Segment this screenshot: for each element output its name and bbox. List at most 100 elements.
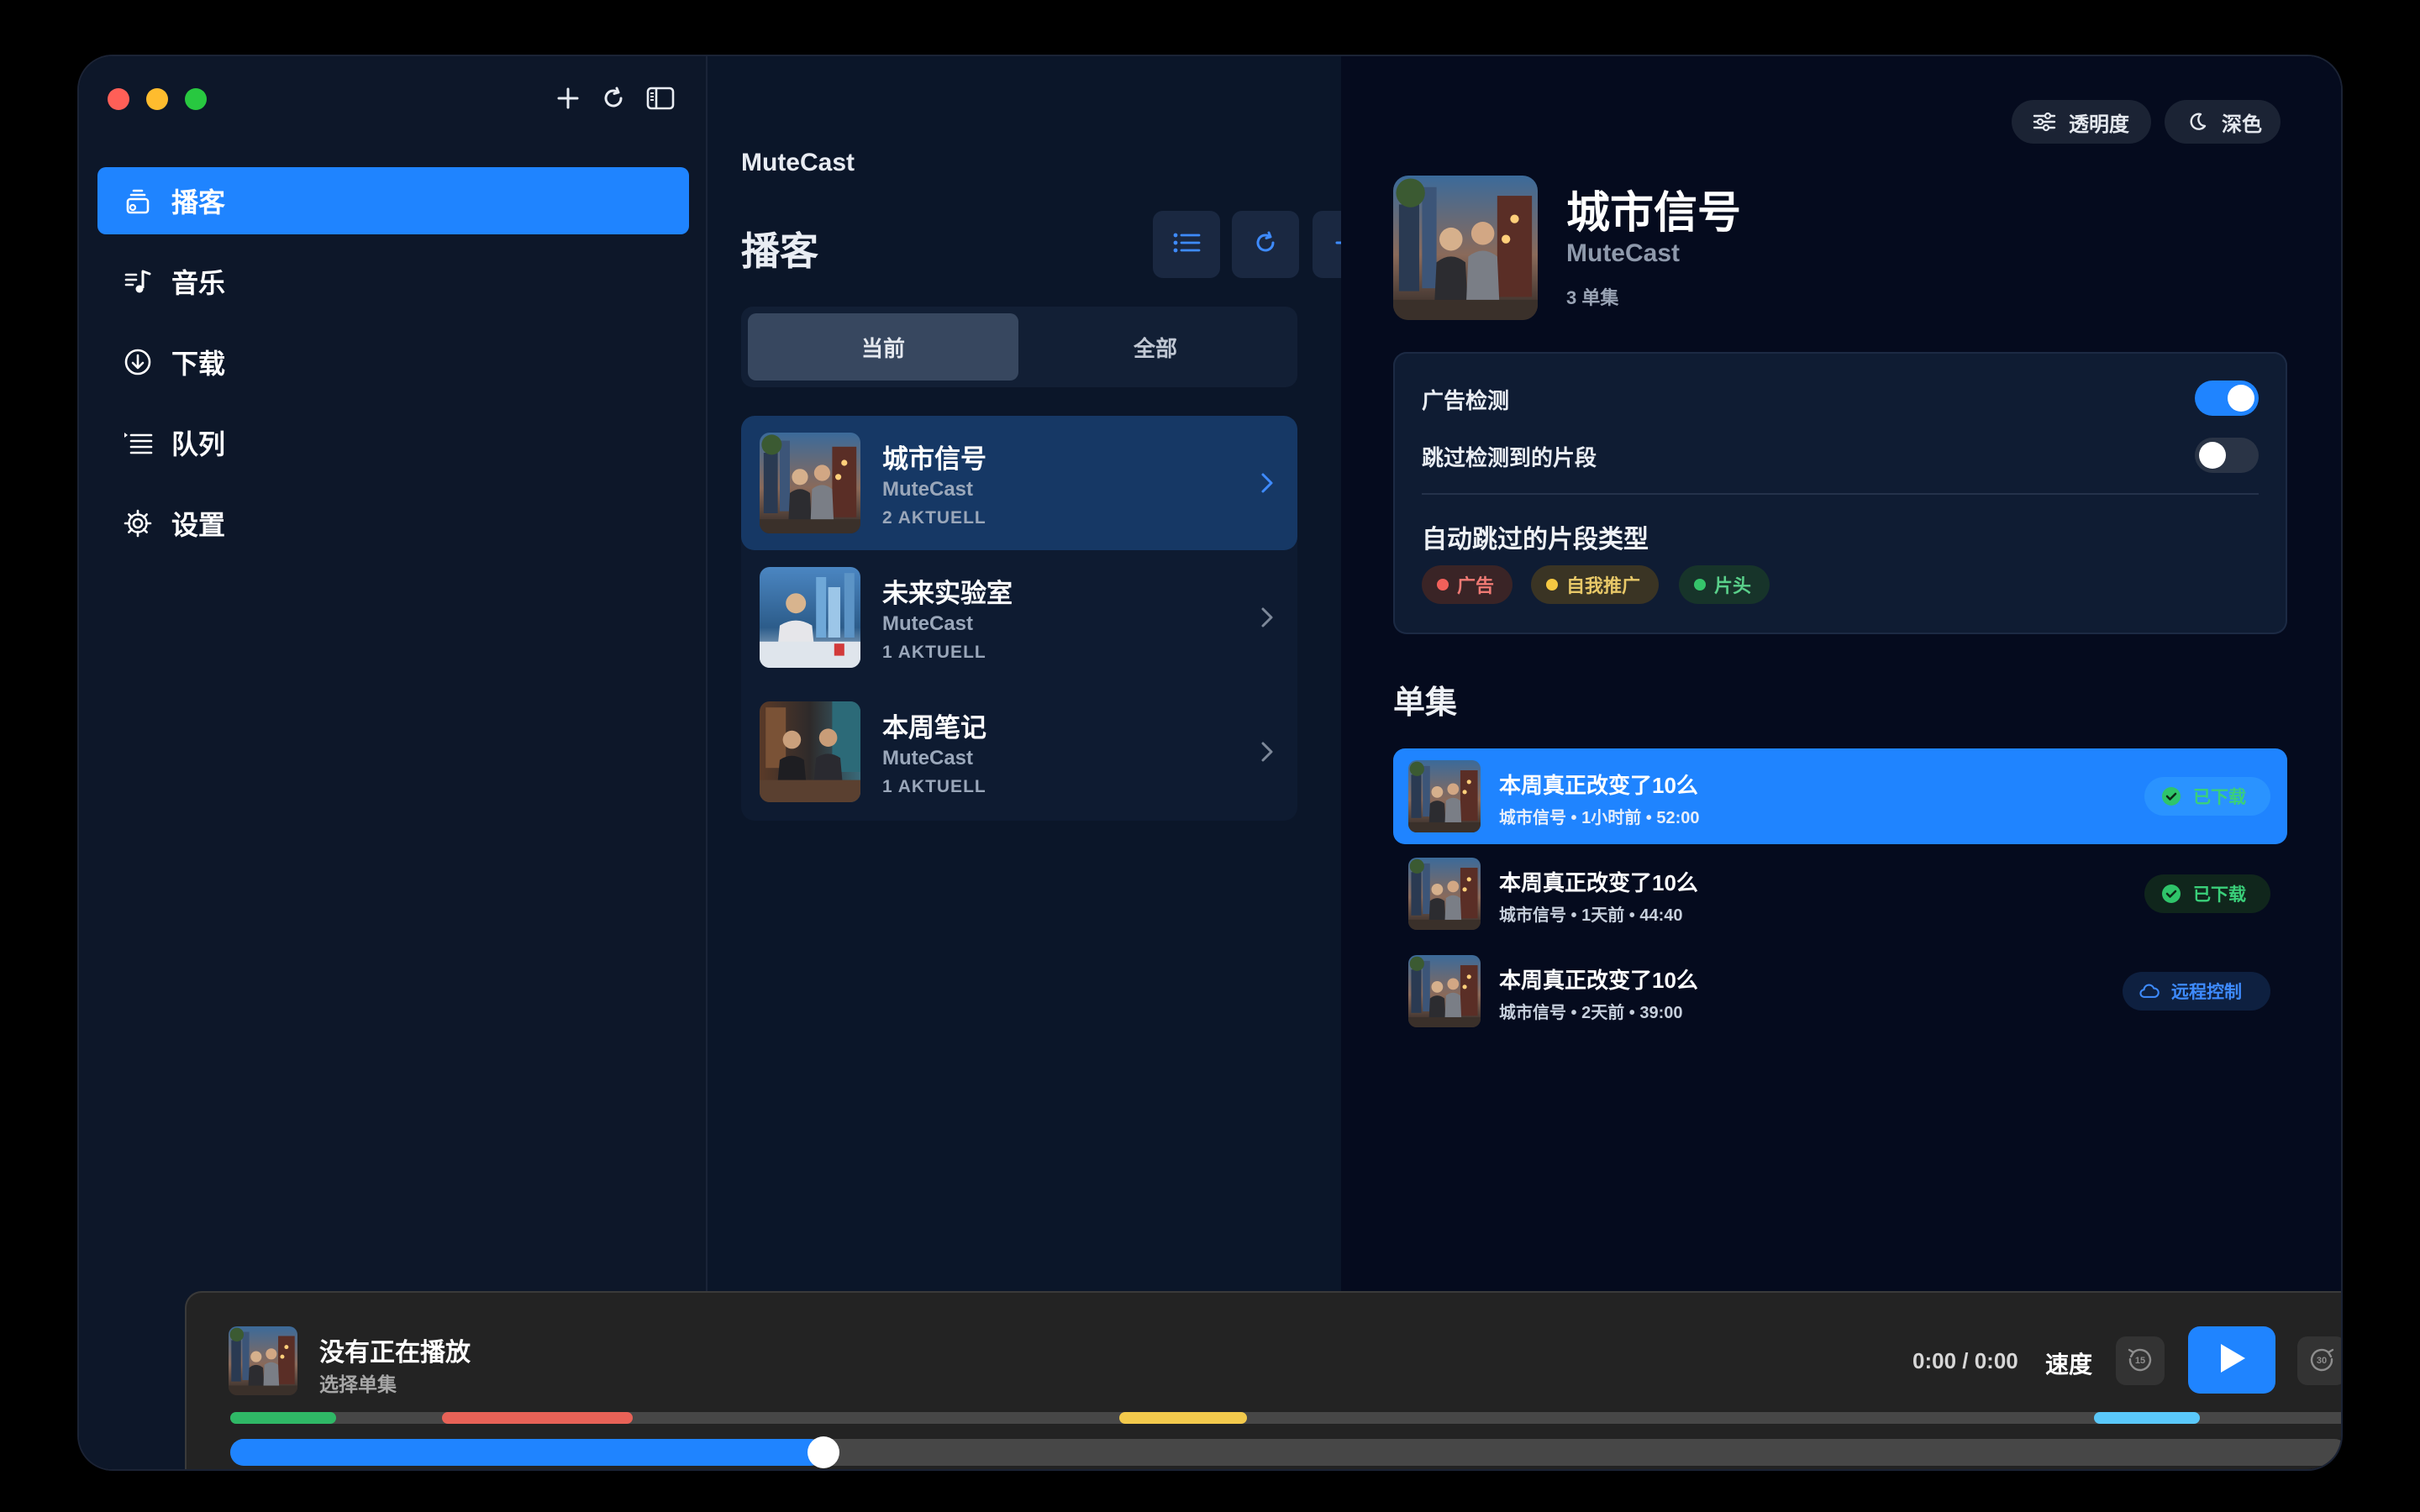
- ad-detection-label: 广告检测: [1422, 388, 1510, 413]
- ad-detection-toggle[interactable]: [2195, 381, 2259, 416]
- sidebar-item-music[interactable]: 音乐: [97, 248, 689, 315]
- segment-current[interactable]: 当前: [748, 313, 1018, 381]
- minimize-window-button[interactable]: [146, 88, 168, 110]
- chevron-right-icon: [1255, 737, 1279, 767]
- play-button[interactable]: [2188, 1326, 2275, 1394]
- podcast-artwork: [760, 567, 860, 668]
- podcast-title: 未来实验室: [882, 579, 1013, 608]
- podcast-count: 2 AKTUELL: [882, 508, 986, 528]
- episode-artwork: [1408, 760, 1481, 832]
- sidebar-item-label: 设置: [171, 510, 226, 540]
- download-circle-icon: [119, 344, 156, 381]
- svg-text:30: 30: [2317, 1356, 2327, 1366]
- theme-label: 深色: [2222, 113, 2262, 136]
- show-author: MuteCast: [1566, 239, 1681, 267]
- sidebar-item-podcasts[interactable]: 播客: [97, 167, 689, 234]
- remote-control-badge: 远程控制: [2123, 972, 2270, 1011]
- segment-marker: [442, 1412, 633, 1424]
- skip-segments-toggle[interactable]: [2195, 438, 2259, 473]
- plus-icon[interactable]: [551, 81, 585, 115]
- play-icon: [2216, 1341, 2248, 1379]
- segment-marker: [1119, 1412, 1247, 1424]
- podcast-artwork: [760, 433, 860, 533]
- podcast-item[interactable]: 未来实验室 MuteCast 1 AKTUELL: [741, 550, 1297, 685]
- list-view-button[interactable]: [1153, 211, 1220, 278]
- moon-icon: [2185, 109, 2210, 134]
- check-circle-icon: [2161, 884, 2181, 904]
- sidebar-item-label: 队列: [171, 429, 226, 459]
- podcast-item[interactable]: 城市信号 MuteCast 2 AKTUELL: [741, 416, 1297, 550]
- episode-row[interactable]: 本周真正改变了10么 城市信号 • 1天前 • 44:40 已下载: [1393, 846, 2287, 942]
- opacity-button[interactable]: 透明度: [2012, 100, 2151, 144]
- mini-player: 没有正在播放 选择单集 0:00 / 0:00 速度 15 30: [185, 1291, 2341, 1469]
- episode-meta: 城市信号 • 1小时前 • 52:00: [1499, 809, 1700, 827]
- sidebar-item-downloads[interactable]: 下载: [97, 328, 689, 396]
- refresh-icon[interactable]: [597, 81, 630, 115]
- episode-row[interactable]: 本周真正改变了10么 城市信号 • 2天前 • 39:00 远程控制: [1393, 943, 2287, 1039]
- chevron-right-icon: [1255, 602, 1279, 633]
- skip-back-15-button[interactable]: 15: [2116, 1336, 2165, 1385]
- segment-all[interactable]: 全部: [1020, 313, 1291, 381]
- episode-meta: 城市信号 • 1天前 • 44:40: [1499, 906, 1683, 925]
- episode-artwork: [1408, 955, 1481, 1027]
- podcast-author: MuteCast: [882, 747, 974, 769]
- sidebar-item-label: 播客: [171, 187, 226, 218]
- podcast-icon: [119, 182, 156, 219]
- speed-button[interactable]: 速度: [2045, 1347, 2092, 1380]
- check-circle-icon: [2161, 786, 2181, 806]
- podcast-detail: 透明度 深色 城市信号 MuteCast 3 单集 广告检测 跳过检测到的片段 …: [1341, 56, 2341, 1469]
- sidebar-item-queue[interactable]: 队列: [97, 409, 689, 476]
- cloud-icon: [2139, 981, 2160, 1001]
- theme-button[interactable]: 深色: [2165, 100, 2281, 144]
- zoom-window-button[interactable]: [185, 88, 207, 110]
- episode-artwork: [1408, 858, 1481, 930]
- show-title: 城市信号: [1566, 189, 1742, 238]
- segment-track: [230, 1412, 2341, 1424]
- skip-forward-30-icon: 30: [2307, 1344, 2337, 1378]
- gear-icon: [119, 505, 156, 542]
- refresh-icon: [1253, 230, 1278, 260]
- skip-back-15-icon: 15: [2125, 1344, 2155, 1378]
- episode-title: 本周真正改变了10么: [1499, 968, 1698, 993]
- chevron-right-icon: [1255, 468, 1279, 498]
- playback-time: 0:00 / 0:00: [1912, 1348, 2018, 1373]
- now-playing-artwork: [229, 1326, 297, 1395]
- now-playing-title: 没有正在播放: [319, 1339, 471, 1367]
- ad-detection-card: 广告检测 跳过检测到的片段 自动跳过的片段类型 广告 自我推广 片头: [1393, 352, 2287, 634]
- podcast-artwork: [760, 701, 860, 802]
- episode-row[interactable]: 本周真正改变了10么 城市信号 • 1小时前 • 52:00 已下载: [1393, 748, 2287, 844]
- skip-forward-30-button[interactable]: 30: [2297, 1336, 2341, 1385]
- episode-meta: 城市信号 • 2天前 • 39:00: [1499, 1004, 1683, 1022]
- app-name: MuteCast: [741, 149, 855, 176]
- progress-slider[interactable]: [230, 1436, 2341, 1468]
- podcast-title: 本周笔记: [882, 713, 986, 743]
- downloaded-badge: 已下载: [2144, 777, 2270, 816]
- downloaded-badge: 已下载: [2144, 874, 2270, 913]
- close-window-button[interactable]: [108, 88, 129, 110]
- episodes-heading: 单集: [1393, 685, 1458, 721]
- skip-segments-label: 跳过检测到的片段: [1422, 445, 1597, 470]
- tag-self-promo[interactable]: 自我推广: [1531, 565, 1659, 604]
- tag-ad[interactable]: 广告: [1422, 565, 1512, 604]
- sidebar-item-label: 音乐: [171, 268, 226, 298]
- podcast-count: 1 AKTUELL: [882, 777, 986, 796]
- podcast-count: 1 AKTUELL: [882, 643, 986, 662]
- show-artwork: [1393, 176, 1538, 320]
- opacity-label: 透明度: [2069, 113, 2129, 136]
- podcast-item[interactable]: 本周笔记 MuteCast 1 AKTUELL: [741, 685, 1297, 819]
- episode-title: 本周真正改变了10么: [1499, 773, 1698, 798]
- episode-title: 本周真正改变了10么: [1499, 870, 1698, 895]
- sidebar-item-settings[interactable]: 设置: [97, 490, 689, 557]
- podcast-list: 城市信号 MuteCast 2 AKTUELL 未来实验室 MuteCast 1…: [741, 416, 1297, 821]
- queue-list-icon: [119, 424, 156, 461]
- refresh-list-button[interactable]: [1232, 211, 1299, 278]
- progress-knob[interactable]: [807, 1436, 839, 1468]
- segment-marker: [2093, 1412, 2200, 1424]
- sliders-icon: [2032, 109, 2057, 134]
- now-playing-subtitle: 选择单集: [319, 1373, 397, 1395]
- music-note-list-icon: [119, 263, 156, 300]
- tag-intro[interactable]: 片头: [1679, 565, 1770, 604]
- svg-text:15: 15: [2135, 1356, 2145, 1366]
- sidebar-toggle-icon[interactable]: [644, 81, 677, 115]
- podcast-list-column: MuteCast 播客 当前 全部 城市信号 MuteCast 2 AKTUEL…: [708, 56, 1380, 1469]
